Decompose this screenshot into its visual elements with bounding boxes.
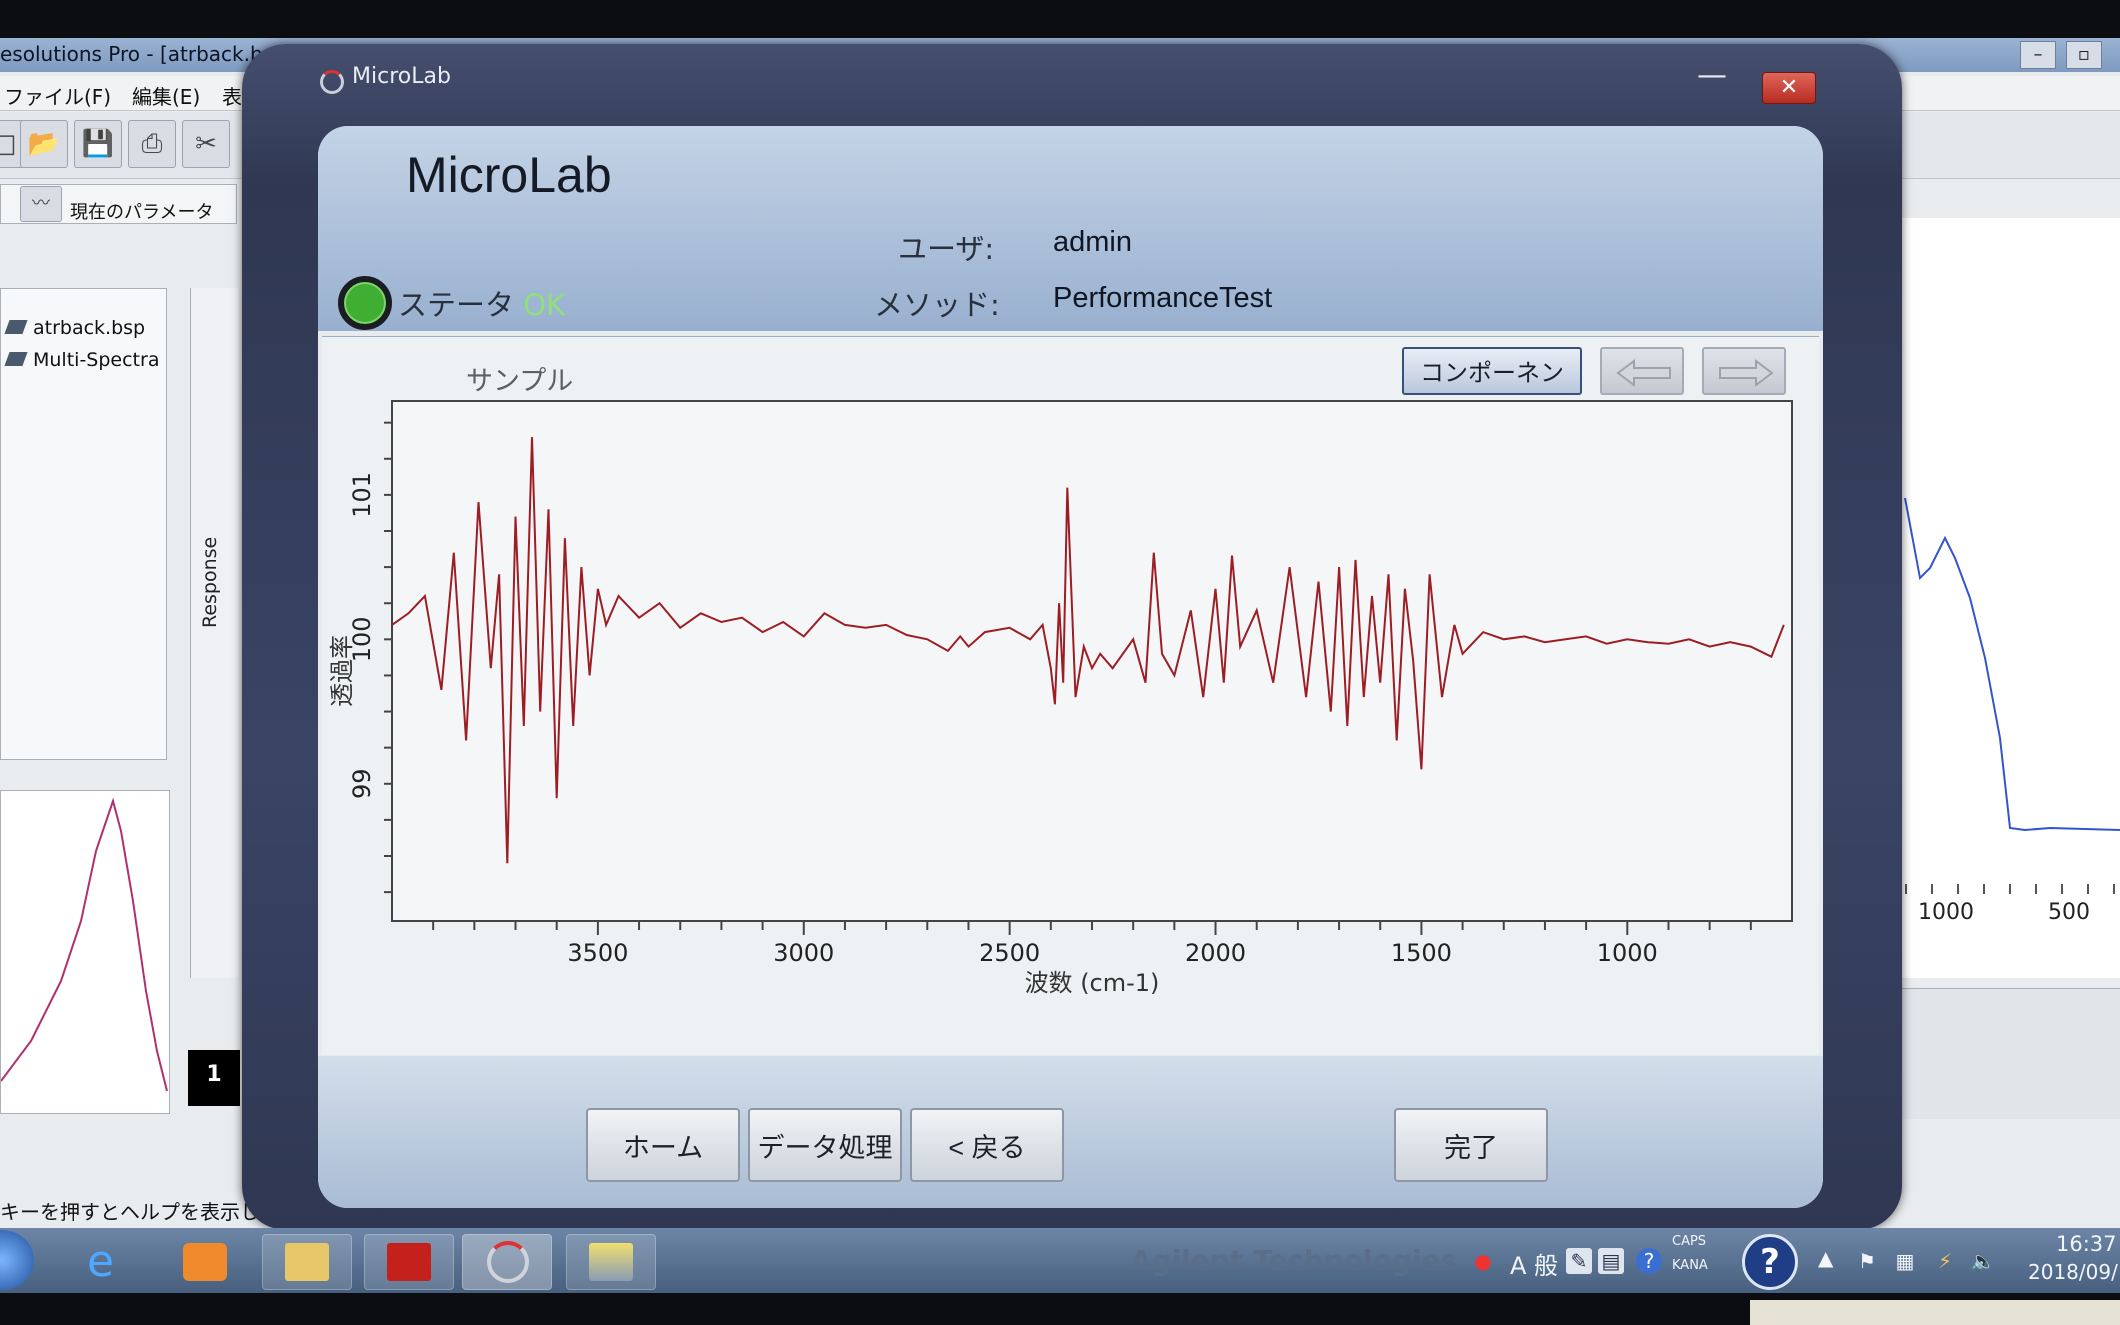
x-tick-label: 1500	[1391, 939, 1452, 967]
taskbar: e Agilent Technologies ● A 般 ✎ ▤ ? CAPS …	[0, 1228, 2120, 1293]
background-right-plot-trace	[1904, 497, 2120, 832]
x-tick-label: 3000	[773, 939, 834, 967]
y-axis-label: 透過率	[328, 635, 356, 707]
close-button[interactable]: ✕	[1762, 72, 1816, 104]
dialog-footer: ホーム データ処理 < 戻る 完了	[318, 1056, 1823, 1208]
user-value: admin	[1053, 226, 1132, 258]
app-name: MicroLab	[406, 147, 612, 203]
spectrum-file-icon	[4, 352, 28, 366]
background-tick-1000: 1000	[1918, 900, 1974, 925]
current-parameters-label: 現在のパラメータ	[70, 202, 214, 223]
background-tick-500: 500	[2048, 900, 2090, 925]
file-tree: atrback.bsp Multi-Spectra	[0, 288, 167, 760]
plot-area	[391, 400, 1793, 922]
background-axis-ticks	[1905, 884, 2120, 894]
kana-indicator: KANA	[1672, 1258, 1708, 1273]
background-minimize-button[interactable]: –	[2020, 41, 2056, 69]
x-tick-label: 2500	[979, 939, 1040, 967]
tree-item-multi-spectra[interactable]: Multi-Spectra	[4, 349, 159, 371]
volume-icon[interactable]: 🔈	[1970, 1248, 1996, 1274]
file-explorer-icon[interactable]	[262, 1234, 352, 1290]
show-hidden-icons-icon[interactable]: ▲	[1818, 1246, 1833, 1270]
background-left-plot-trace	[0, 797, 168, 1092]
user-label: ユーザ:	[898, 232, 995, 266]
y-tick-label: 99	[348, 769, 376, 800]
response-axis-panel: Response	[190, 288, 239, 978]
dialog-window-title: MicroLab	[352, 64, 451, 89]
background-right-grid	[1900, 988, 2120, 1119]
spectrum-chart[interactable]: 3500 3000 2500 2000 1500 100099100101 波数 (cm-…	[322, 387, 1819, 1055]
caps-indicator: CAPS	[1672, 1234, 1707, 1249]
start-button[interactable]	[0, 1230, 34, 1290]
background-left-plot	[0, 790, 170, 1114]
network-icon[interactable]: ▦	[1892, 1248, 1918, 1274]
cut-icon[interactable]: ✂	[182, 120, 230, 168]
microlab-taskbar-icon[interactable]	[462, 1234, 552, 1290]
back-button[interactable]: < 戻る	[910, 1108, 1064, 1182]
help-icon[interactable]: ?	[1742, 1234, 1798, 1290]
background-window-title: esolutions Pro - [atrback.bsp	[0, 42, 286, 66]
microlab-logo-icon	[320, 70, 344, 94]
page-number-badge: 1	[188, 1050, 240, 1106]
alert-tray-icon[interactable]: ●	[1470, 1248, 1496, 1274]
menu-file[interactable]: ファイル(F)	[4, 81, 111, 110]
internet-explorer-icon[interactable]: e	[64, 1234, 154, 1290]
spectrum-file-icon	[4, 320, 28, 334]
status-label: ステータ OK	[398, 288, 566, 322]
background-maximize-button[interactable]: ▫	[2066, 41, 2102, 69]
ime-mode[interactable]: A 般	[1510, 1246, 1558, 1281]
method-value: PerformanceTest	[1053, 282, 1273, 314]
tree-item-atrback[interactable]: atrback.bsp	[4, 317, 145, 339]
status-indicator-icon	[338, 276, 392, 330]
dialog-header: MicroLab ユーザ: admin ステータ OK メソッド: Perfor…	[318, 126, 1823, 331]
arrow-left-icon	[1616, 359, 1671, 387]
power-icon[interactable]: ⚡	[1932, 1248, 1958, 1274]
x-tick-label: 2000	[1185, 939, 1246, 967]
acrobat-icon[interactable]	[364, 1234, 454, 1290]
spectrum-panel: サンプル コンポーネント 350030002500200015001000991…	[322, 336, 1819, 1055]
action-center-icon[interactable]: ⚑	[1854, 1248, 1880, 1274]
open-folder-icon[interactable]: 📂	[20, 120, 68, 168]
menu-view[interactable]: 表	[222, 81, 242, 110]
x-tick-label: 3500	[567, 939, 628, 967]
y-tick-label: 101	[348, 472, 376, 518]
clock-date[interactable]: 2018/09/	[2028, 1260, 2118, 1284]
ime-tool-icon[interactable]: ✎	[1566, 1248, 1592, 1274]
finish-button[interactable]: 完了	[1394, 1108, 1548, 1182]
spectrum-icon[interactable]: 〰	[20, 186, 62, 222]
desktop-screen: esolutions Pro - [atrback.bsp – ▫ ファイル(F…	[0, 38, 2120, 1293]
microlab-dialog: MicroLab — ✕ MicroLab ユーザ: admin ステータ OK…	[242, 44, 1902, 1230]
resolutions-taskbar-icon[interactable]	[566, 1234, 656, 1290]
clock-time[interactable]: 16:37	[2056, 1232, 2117, 1256]
dialog-body: MicroLab ユーザ: admin ステータ OK メソッド: Perfor…	[318, 126, 1823, 1208]
background-status-text: キーを押すとヘルプを表示し	[0, 1200, 260, 1224]
ime-help-icon[interactable]: ?	[1636, 1248, 1662, 1274]
agilent-watermark: Agilent Technologies	[1130, 1244, 1458, 1277]
menu-edit[interactable]: 編集(E)	[132, 81, 200, 110]
status-value: OK	[523, 288, 566, 322]
desk-edge	[1750, 1300, 2120, 1325]
media-player-icon[interactable]	[160, 1234, 250, 1290]
response-label: Response	[199, 536, 221, 628]
minimize-button[interactable]: —	[1692, 61, 1732, 96]
print-icon[interactable]: ⎙	[128, 120, 176, 168]
x-axis-label: 波数 (cm-1)	[1025, 969, 1160, 997]
x-tick-label: 1000	[1597, 939, 1658, 967]
method-label: メソッド:	[874, 288, 1000, 322]
save-icon[interactable]: 💾	[74, 120, 122, 168]
data-processing-button[interactable]: データ処理	[748, 1108, 902, 1182]
arrow-right-icon	[1719, 359, 1774, 387]
background-right-plot	[1900, 218, 2120, 978]
home-button[interactable]: ホーム	[586, 1108, 740, 1182]
ime-dictionary-icon[interactable]: ▤	[1598, 1248, 1624, 1274]
